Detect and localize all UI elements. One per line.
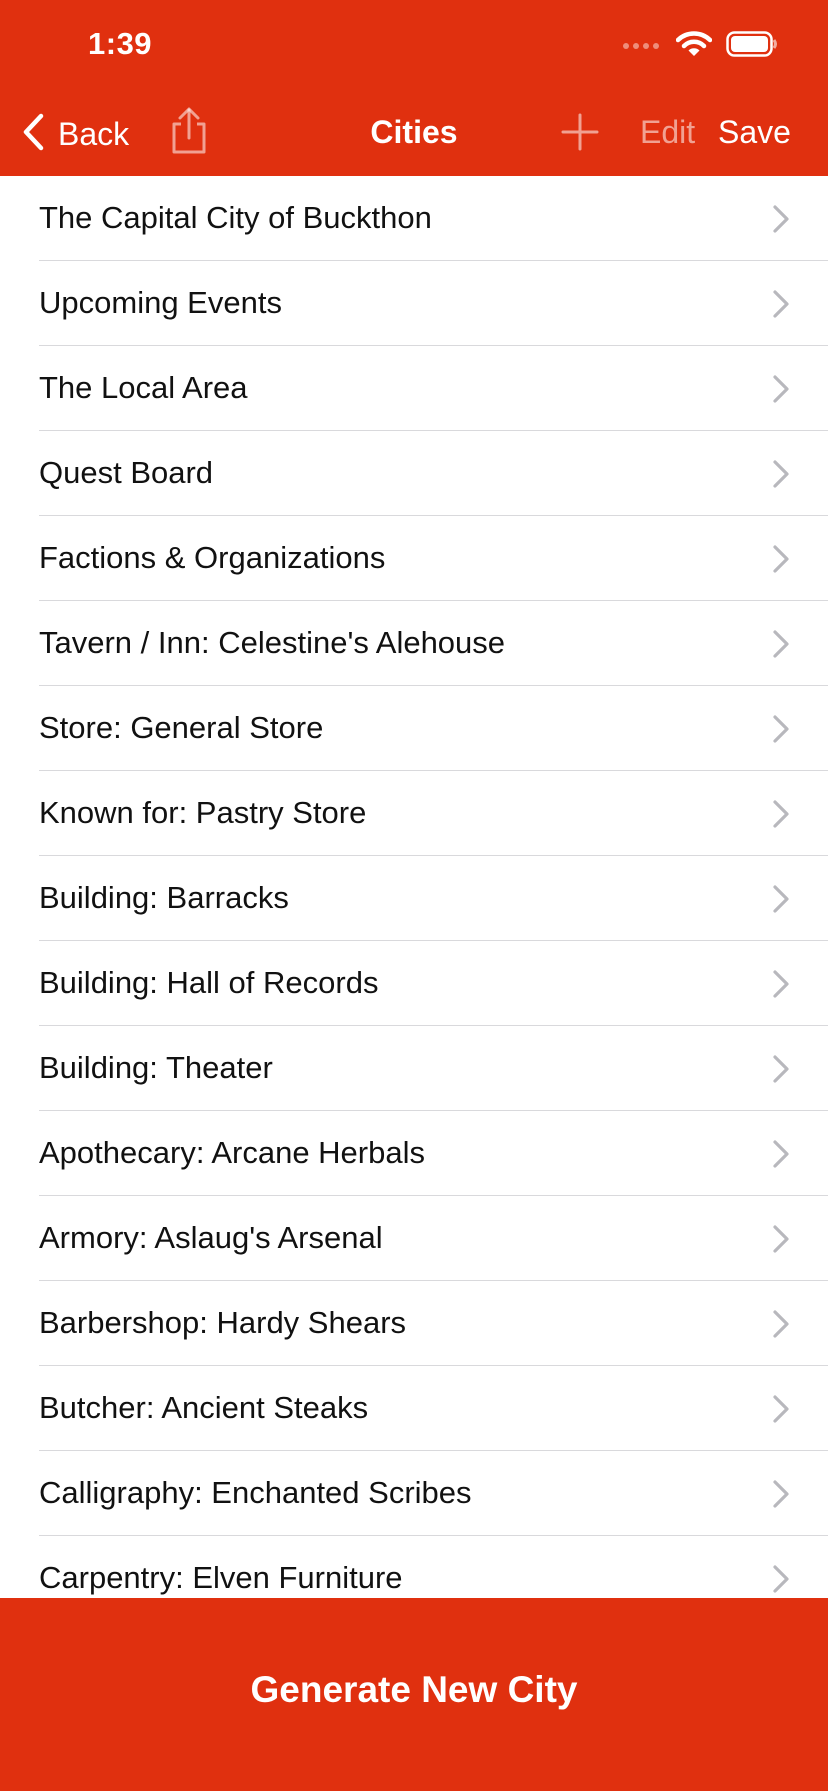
- list-item-label: Butcher: Ancient Steaks: [39, 1390, 369, 1425]
- navigation-bar: Back Cities Edit Save: [0, 98, 828, 170]
- list-item[interactable]: Known for: Pastry Store: [0, 771, 828, 856]
- list-item[interactable]: Tavern / Inn: Celestine's Alehouse: [0, 601, 828, 686]
- list-item[interactable]: Calligraphy: Enchanted Scribes: [0, 1451, 828, 1536]
- generate-new-city-button[interactable]: Generate New City: [0, 1598, 828, 1791]
- list-item[interactable]: Building: Hall of Records: [0, 941, 828, 1026]
- status-time: 1:39: [88, 26, 153, 61]
- chevron-right-icon: [772, 1394, 790, 1424]
- list-item[interactable]: Barbershop: Hardy Shears: [0, 1281, 828, 1366]
- list-item-label: Armory: Aslaug's Arsenal: [39, 1220, 383, 1255]
- list-item[interactable]: Armory: Aslaug's Arsenal: [0, 1196, 828, 1281]
- chevron-right-icon: [772, 884, 790, 914]
- save-button[interactable]: Save: [718, 114, 791, 151]
- chevron-right-icon: [772, 459, 790, 489]
- list-item-label: Building: Hall of Records: [39, 965, 379, 1000]
- list-item-label: Building: Theater: [39, 1050, 273, 1085]
- signal-dots-icon: [622, 37, 662, 55]
- chevron-left-icon: [22, 113, 44, 156]
- list-item-label: Carpentry: Elven Furniture: [39, 1560, 403, 1595]
- top-bar: 1:39 Back Cities Edit Save: [0, 0, 828, 176]
- list-item-label: Calligraphy: Enchanted Scribes: [39, 1475, 472, 1510]
- list-item-label: Upcoming Events: [39, 285, 282, 320]
- list-item[interactable]: Upcoming Events: [0, 261, 828, 346]
- list-item[interactable]: Factions & Organizations: [0, 516, 828, 601]
- list-item-label: Factions & Organizations: [39, 540, 386, 575]
- list-item-label: The Capital City of Buckthon: [39, 200, 432, 235]
- chevron-right-icon: [772, 1139, 790, 1169]
- list-item-label: The Local Area: [39, 370, 248, 405]
- list-item-label: Store: General Store: [39, 710, 324, 745]
- bottom-bar: Generate New City: [0, 1598, 828, 1791]
- list-item-label: Apothecary: Arcane Herbals: [39, 1135, 425, 1170]
- chevron-right-icon: [772, 799, 790, 829]
- chevron-right-icon: [772, 714, 790, 744]
- wifi-icon: [675, 30, 713, 63]
- list-item[interactable]: The Capital City of Buckthon: [0, 176, 828, 261]
- share-icon: [168, 107, 210, 160]
- list-item[interactable]: Building: Theater: [0, 1026, 828, 1111]
- chevron-right-icon: [772, 204, 790, 234]
- list-item-label: Building: Barracks: [39, 880, 289, 915]
- chevron-right-icon: [772, 1309, 790, 1339]
- list-item[interactable]: Building: Barracks: [0, 856, 828, 941]
- chevron-right-icon: [772, 1564, 790, 1594]
- list-item-label: Barbershop: Hardy Shears: [39, 1305, 407, 1340]
- chevron-right-icon: [772, 629, 790, 659]
- back-label: Back: [58, 115, 130, 152]
- chevron-right-icon: [772, 544, 790, 574]
- list-item[interactable]: Apothecary: Arcane Herbals: [0, 1111, 828, 1196]
- status-icons: [622, 28, 778, 64]
- chevron-right-icon: [772, 1479, 790, 1509]
- list-item[interactable]: Butcher: Ancient Steaks: [0, 1366, 828, 1451]
- back-button[interactable]: Back: [22, 112, 129, 156]
- edit-button[interactable]: Edit: [640, 114, 695, 151]
- chevron-right-icon: [772, 374, 790, 404]
- chevron-right-icon: [772, 289, 790, 319]
- cities-list: The Capital City of Buckthon Upcoming Ev…: [0, 176, 828, 1598]
- list-item[interactable]: The Local Area: [0, 346, 828, 431]
- list-item-label: Tavern / Inn: Celestine's Alehouse: [39, 625, 506, 660]
- chevron-right-icon: [772, 1224, 790, 1254]
- list-item[interactable]: Carpentry: Elven Furniture: [0, 1536, 828, 1598]
- list-item-label: Known for: Pastry Store: [39, 795, 367, 830]
- list-item[interactable]: Store: General Store: [0, 686, 828, 771]
- list-item[interactable]: Quest Board: [0, 431, 828, 516]
- chevron-right-icon: [772, 1054, 790, 1084]
- chevron-right-icon: [772, 969, 790, 999]
- add-button[interactable]: [560, 112, 600, 152]
- share-button[interactable]: [168, 106, 210, 156]
- list-item-label: Quest Board: [39, 455, 214, 490]
- plus-icon: [560, 113, 600, 156]
- battery-icon: [726, 30, 778, 62]
